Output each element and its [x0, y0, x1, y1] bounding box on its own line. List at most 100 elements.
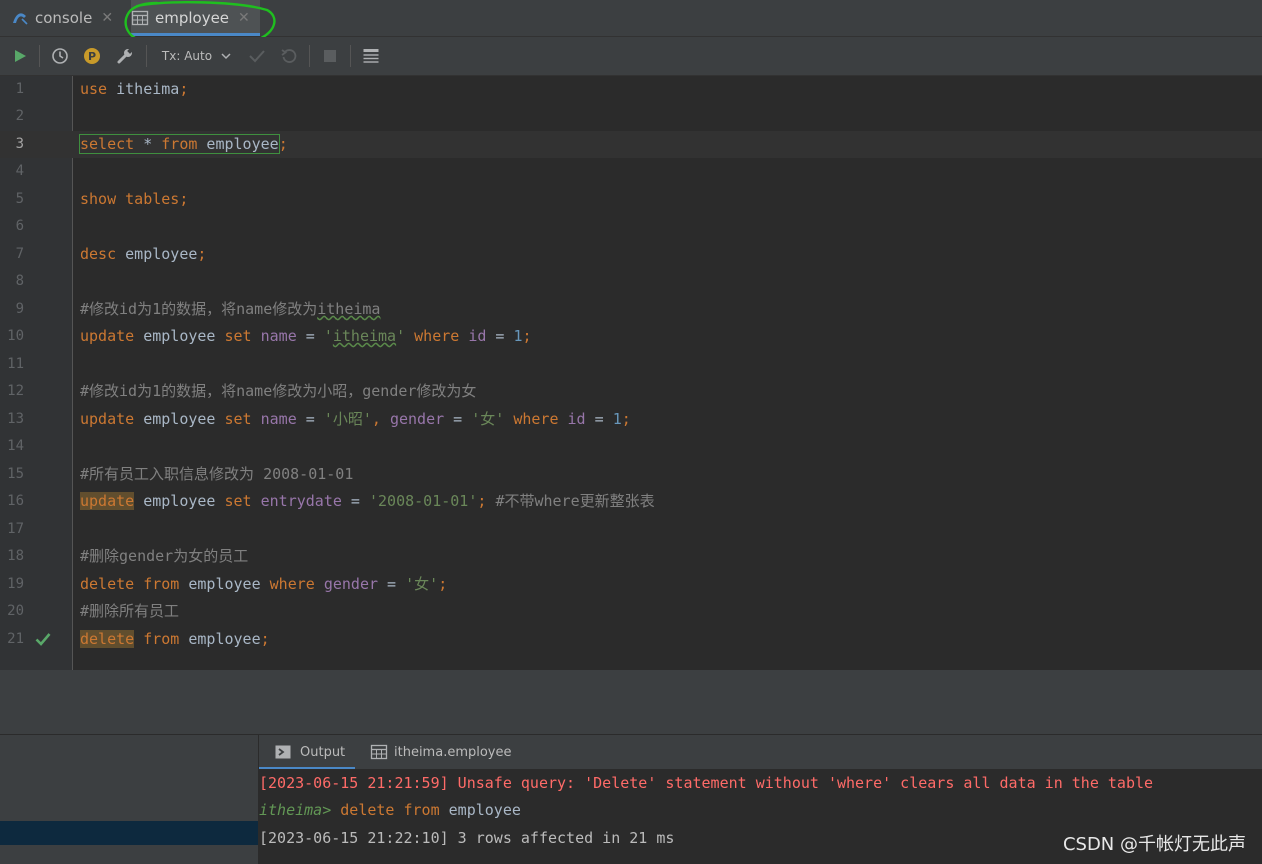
- tab-output[interactable]: Output: [259, 735, 356, 769]
- tab-output-label: Output: [300, 744, 346, 760]
- sql-editor[interactable]: 1 use itheima; 2 3 select * from employe…: [0, 76, 1262, 670]
- line-number: 1: [15, 81, 24, 97]
- line-number: 21: [7, 631, 24, 647]
- toolbar-separator: [309, 45, 310, 67]
- parameters-icon: P: [84, 48, 100, 64]
- line-number: 6: [15, 218, 24, 234]
- line-number: 5: [15, 191, 24, 207]
- code-comment: #修改id为1的数据，将name修改为小昭，gender修改为女: [80, 382, 477, 400]
- console-prompt: itheima>: [259, 801, 332, 819]
- tab-console-label: console: [35, 9, 93, 27]
- query-toolbar: P Tx: Auto: [0, 37, 1262, 76]
- console-keyword: from: [403, 801, 440, 819]
- code-line: 12 #修改id为1的数据，将name修改为小昭，gender修改为女: [0, 378, 1262, 405]
- close-icon[interactable]: ✕: [238, 10, 250, 26]
- line-number: 16: [7, 493, 24, 509]
- services-tree-panel[interactable]: [0, 735, 259, 864]
- settings-wrench-icon: [117, 48, 133, 64]
- line-number: 11: [7, 356, 24, 372]
- services-panel-header: [0, 670, 1262, 735]
- table-icon: [370, 744, 388, 760]
- toolbar-separator: [39, 45, 40, 67]
- commit-button[interactable]: [245, 37, 269, 75]
- editor-tab-bar: console ✕ employee ✕: [0, 0, 1262, 46]
- code-line-current: 3 select * from employee;: [0, 131, 1262, 158]
- execution-success-check-icon: [35, 633, 51, 646]
- svg-text:P: P: [88, 50, 96, 63]
- console-command-line: itheima> delete from employee: [259, 797, 521, 824]
- code-text: update employee set name = '小昭', gender …: [80, 410, 631, 428]
- code-line: 1 use itheima;: [0, 76, 1262, 103]
- line-number: 19: [7, 576, 24, 592]
- tab-console[interactable]: console ✕: [10, 0, 113, 36]
- line-number: 18: [7, 548, 24, 564]
- tab-result-table-label: itheima.employee: [394, 744, 512, 760]
- code-line: 13 update employee set name = '小昭', gend…: [0, 406, 1262, 433]
- line-number: 3: [15, 136, 24, 152]
- output-console-icon: [275, 745, 291, 759]
- line-number: 13: [7, 411, 24, 427]
- code-line: 16 update employee set entrydate = '2008…: [0, 488, 1262, 515]
- rollback-button[interactable]: [277, 37, 301, 75]
- code-text: select * from employee;: [79, 134, 288, 154]
- stop-button[interactable]: [318, 37, 342, 75]
- line-number: 17: [7, 521, 24, 537]
- tab-employee-label: employee: [155, 9, 230, 27]
- tx-mode-label: Tx: Auto: [161, 49, 213, 63]
- code-line: 6: [0, 213, 1262, 240]
- parameters-button[interactable]: P: [80, 37, 104, 75]
- code-line: 20 #删除所有员工: [0, 598, 1262, 625]
- code-line: 11: [0, 351, 1262, 378]
- line-number: 20: [7, 603, 24, 619]
- line-number: 8: [15, 273, 24, 289]
- run-button[interactable]: [8, 37, 32, 75]
- code-line: 21 delete from employee;: [0, 626, 1262, 653]
- code-text: delete from employee;: [80, 630, 270, 648]
- line-number: 7: [15, 246, 24, 262]
- close-icon[interactable]: ✕: [101, 10, 113, 26]
- code-comment: #修改id为1的数据，将name修改为itheima: [80, 300, 381, 318]
- line-number: 14: [7, 438, 24, 454]
- history-icon: [52, 48, 68, 64]
- rollback-icon: [281, 49, 297, 63]
- chevron-down-icon: [221, 53, 231, 60]
- results-layout-button[interactable]: [359, 37, 383, 75]
- code-line: 17: [0, 516, 1262, 543]
- code-comment: #所有员工入职信息修改为 2008-01-01: [80, 465, 354, 483]
- code-line: 8: [0, 268, 1262, 295]
- toolbar-separator: [146, 45, 147, 67]
- code-comment: #删除所有员工: [80, 602, 180, 620]
- stop-icon: [324, 50, 336, 62]
- code-line: 7 desc employee;: [0, 241, 1262, 268]
- console-warning-line: [2023-06-15 21:21:59] Unsafe query: 'Del…: [259, 774, 1154, 792]
- output-tab-bar: Output itheima.employee: [259, 735, 1262, 769]
- toolbar-separator: [350, 45, 351, 67]
- run-icon: [15, 50, 26, 62]
- settings-button[interactable]: [113, 37, 137, 75]
- code-line: 5 show tables;: [0, 186, 1262, 213]
- line-number: 10: [7, 328, 24, 344]
- transaction-mode-dropdown[interactable]: Tx: Auto: [158, 37, 236, 75]
- console-result-line: [2023-06-15 21:22:10] 3 rows affected in…: [259, 829, 675, 847]
- code-line: 10 update employee set name = 'itheima' …: [0, 323, 1262, 350]
- selected-tree-row[interactable]: [0, 821, 258, 845]
- commit-check-icon: [249, 50, 265, 63]
- code-line: 2: [0, 103, 1262, 130]
- tab-result-table[interactable]: itheima.employee: [370, 735, 512, 769]
- code-line: 4: [0, 158, 1262, 185]
- code-comment: #删除gender为女的员工: [80, 547, 249, 565]
- history-button[interactable]: [48, 37, 72, 75]
- code-line: 19 delete from employee where gender = '…: [0, 571, 1262, 598]
- tab-employee[interactable]: employee ✕: [131, 0, 260, 36]
- code-line: 15 #所有员工入职信息修改为 2008-01-01: [0, 461, 1262, 488]
- code-line: 18 #删除gender为女的员工: [0, 543, 1262, 570]
- code-line: 9 #修改id为1的数据，将name修改为itheima: [0, 296, 1262, 323]
- code-text: update employee set entrydate = '2008-01…: [80, 492, 655, 510]
- csdn-watermark: CSDN @千帐灯无此声: [1062, 834, 1246, 855]
- mysql-console-icon: [13, 13, 28, 25]
- line-number: 4: [15, 163, 24, 179]
- code-text: desc employee;: [80, 245, 207, 263]
- line-number: 9: [15, 301, 24, 317]
- code-text: delete from employee where gender = '女';: [80, 575, 448, 593]
- line-number: 2: [15, 108, 24, 124]
